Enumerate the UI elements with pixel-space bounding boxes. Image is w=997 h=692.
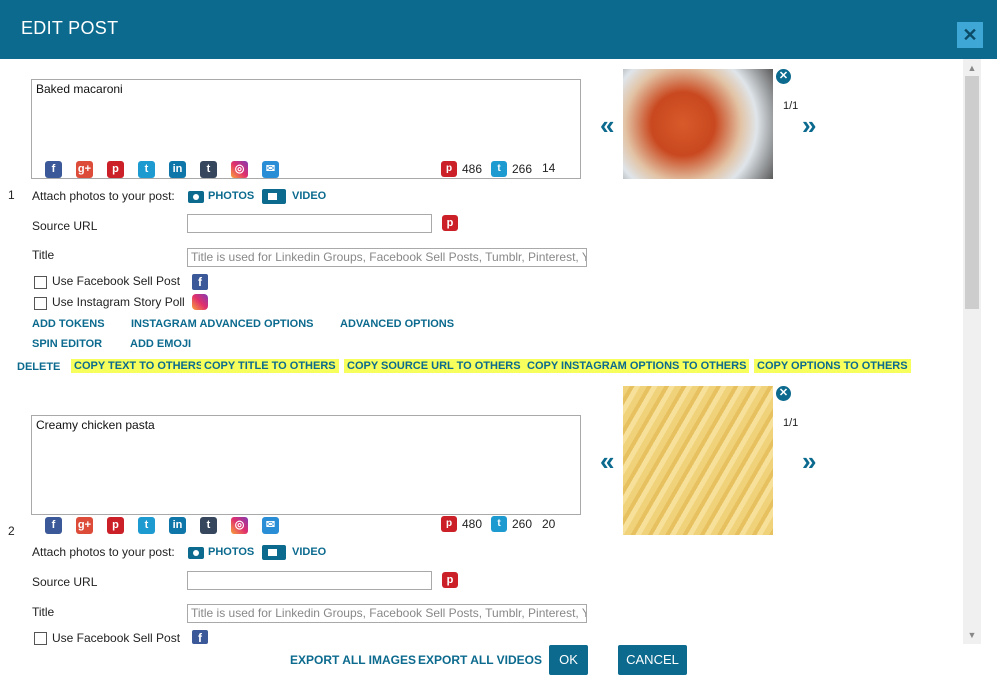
- post-image: [623, 69, 773, 179]
- pinterest-count: 480: [462, 517, 483, 531]
- facebook-sell-label: Use Facebook Sell Post: [52, 274, 181, 288]
- facebook-icon[interactable]: f: [45, 161, 62, 178]
- instagram-story-checkbox[interactable]: [34, 297, 47, 310]
- edit-post-dialog: EDIT POST ✕ ▲ ▼ 1 Baked macaroni f g+ p …: [0, 0, 997, 692]
- copy-title-to-others-button[interactable]: COPY TITLE TO OTHERS: [201, 359, 339, 373]
- previous-image-icon[interactable]: «: [600, 446, 614, 477]
- post-image: [623, 386, 773, 535]
- pinterest-icon[interactable]: p: [107, 161, 124, 178]
- facebook-icon: f: [192, 630, 208, 645]
- facebook-sell-checkbox[interactable]: [34, 632, 47, 645]
- export-all-videos-link[interactable]: EXPORT ALL VIDEOS: [418, 653, 542, 667]
- linkedin-icon[interactable]: in: [169, 517, 186, 534]
- image-counter: 1/1: [783, 417, 799, 429]
- copy-options-to-others-button[interactable]: COPY OPTIONS TO OTHERS: [754, 359, 911, 373]
- previous-image-icon[interactable]: «: [600, 110, 614, 141]
- linkedin-icon[interactable]: in: [169, 161, 186, 178]
- source-url-label: Source URL: [32, 575, 98, 589]
- post-text-area[interactable]: Creamy chicken pasta: [31, 415, 581, 515]
- tumblr-icon[interactable]: t: [200, 517, 217, 534]
- twitter-icon[interactable]: t: [138, 161, 155, 178]
- title-input[interactable]: Title is used for Linkedin Groups, Faceb…: [187, 604, 587, 623]
- instagram-icon[interactable]: ◎: [231, 161, 248, 178]
- add-tokens-link[interactable]: ADD TOKENS: [32, 318, 105, 330]
- photos-button[interactable]: PHOTOS: [208, 190, 254, 202]
- export-all-images-link[interactable]: EXPORT ALL IMAGES: [290, 653, 416, 667]
- post-text: Creamy chicken pasta: [36, 418, 155, 432]
- google-plus-icon[interactable]: g+: [76, 161, 93, 178]
- instagram-icon[interactable]: ◎: [231, 517, 248, 534]
- instagram-icon: [192, 294, 208, 310]
- dialog-header: EDIT POST ✕: [0, 0, 997, 59]
- tumblr-icon[interactable]: t: [200, 161, 217, 178]
- remove-image-icon[interactable]: ✕: [776, 69, 791, 84]
- twitter-icon: t: [491, 161, 507, 177]
- scroll-down-icon[interactable]: ▼: [963, 627, 981, 643]
- email-icon[interactable]: ✉: [262, 517, 279, 534]
- remove-image-icon[interactable]: ✕: [776, 386, 791, 401]
- advanced-options-link[interactable]: ADVANCED OPTIONS: [340, 318, 454, 330]
- post-text: Baked macaroni: [36, 82, 123, 96]
- scroll-up-icon[interactable]: ▲: [963, 60, 981, 76]
- copy-source-url-to-others-button[interactable]: COPY SOURCE URL TO OTHERS: [344, 359, 524, 373]
- pinterest-icon[interactable]: p: [442, 215, 458, 231]
- image-counter: 1/1: [783, 100, 799, 112]
- title-input[interactable]: Title is used for Linkedin Groups, Faceb…: [187, 248, 587, 267]
- pinterest-icon[interactable]: p: [442, 572, 458, 588]
- char-count: 14: [542, 161, 556, 175]
- scrollbar-thumb[interactable]: [965, 76, 979, 309]
- source-url-input[interactable]: [187, 214, 432, 233]
- camera-icon[interactable]: [188, 191, 204, 203]
- ok-button[interactable]: OK: [549, 645, 588, 675]
- facebook-sell-label: Use Facebook Sell Post: [52, 631, 181, 645]
- char-count: 20: [542, 517, 556, 531]
- title-label: Title: [32, 248, 55, 262]
- pinterest-icon[interactable]: p: [107, 517, 124, 534]
- photos-button[interactable]: PHOTOS: [208, 546, 254, 558]
- attach-label: Attach photos to your post:: [32, 189, 175, 203]
- attach-label: Attach photos to your post:: [32, 545, 175, 559]
- copy-text-to-others-button[interactable]: COPY TEXT TO OTHERS: [71, 359, 207, 373]
- dialog-title: EDIT POST: [21, 18, 119, 38]
- pinterest-char-count: p 480: [441, 516, 482, 532]
- post-index: 1: [8, 188, 15, 202]
- twitter-icon: t: [491, 516, 507, 532]
- source-url-input[interactable]: [187, 571, 432, 590]
- close-icon[interactable]: ✕: [957, 22, 983, 48]
- social-icons: f g+ p t in t ◎ ✉: [45, 161, 293, 178]
- next-image-icon[interactable]: »: [802, 446, 816, 477]
- video-camera-icon[interactable]: [262, 189, 286, 204]
- facebook-icon[interactable]: f: [45, 517, 62, 534]
- scrollbar[interactable]: ▲ ▼: [963, 59, 981, 644]
- pinterest-count: 486: [462, 162, 483, 176]
- instagram-story-label: Use Instagram Story Poll: [52, 295, 185, 309]
- cancel-button[interactable]: CANCEL: [618, 645, 687, 675]
- title-label: Title: [32, 605, 55, 619]
- pinterest-icon: p: [441, 161, 457, 177]
- pinterest-icon: p: [441, 516, 457, 532]
- video-button[interactable]: VIDEO: [292, 546, 326, 558]
- add-emoji-link[interactable]: ADD EMOJI: [130, 338, 191, 350]
- google-plus-icon[interactable]: g+: [76, 517, 93, 534]
- spin-editor-link[interactable]: SPIN EDITOR: [32, 338, 102, 350]
- facebook-icon: f: [192, 274, 208, 290]
- video-camera-icon[interactable]: [262, 545, 286, 560]
- email-icon[interactable]: ✉: [262, 161, 279, 178]
- copy-instagram-options-to-others-button[interactable]: COPY INSTAGRAM OPTIONS TO OTHERS: [524, 359, 750, 373]
- next-image-icon[interactable]: »: [802, 110, 816, 141]
- instagram-advanced-options-link[interactable]: INSTAGRAM ADVANCED OPTIONS: [131, 318, 314, 330]
- source-url-label: Source URL: [32, 219, 98, 233]
- twitter-count: 260: [512, 517, 533, 531]
- facebook-sell-checkbox[interactable]: [34, 276, 47, 289]
- delete-link[interactable]: DELETE: [17, 361, 60, 373]
- social-icons: f g+ p t in t ◎ ✉: [45, 517, 293, 534]
- post-index: 2: [8, 524, 15, 538]
- pinterest-char-count: p 486: [441, 161, 482, 177]
- twitter-char-count: t 266: [491, 161, 532, 177]
- twitter-count: 266: [512, 162, 533, 176]
- twitter-char-count: t 260: [491, 516, 532, 532]
- twitter-icon[interactable]: t: [138, 517, 155, 534]
- camera-icon[interactable]: [188, 547, 204, 559]
- video-button[interactable]: VIDEO: [292, 190, 326, 202]
